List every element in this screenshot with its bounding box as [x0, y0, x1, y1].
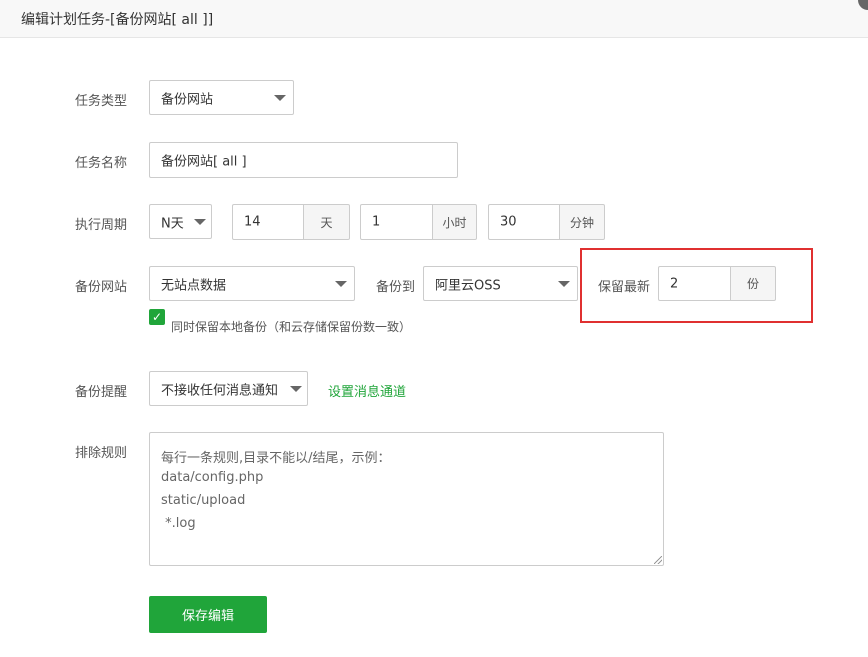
chevron-down-icon	[335, 280, 347, 287]
task-name-value: 备份网站[ all ]	[161, 154, 247, 170]
exclude-label: 排除规则	[75, 446, 128, 461]
days-input[interactable]: 14	[232, 204, 304, 240]
dialog-title: 编辑计划任务-[备份网站[ all ]]	[21, 12, 214, 28]
minutes-input[interactable]: 30	[488, 204, 560, 240]
notify-select-value: 不接收任何消息通知	[161, 383, 279, 398]
minutes-unit: 分钟	[559, 204, 605, 240]
days-unit: 天	[303, 204, 350, 240]
backup-site-label: 备份网站	[75, 280, 128, 295]
backup-to-value: 阿里云OSS	[435, 278, 501, 293]
keep-local-checkbox[interactable]: ✓	[149, 309, 165, 325]
task-name-label: 任务名称	[75, 156, 128, 171]
chevron-down-icon	[290, 385, 302, 392]
chevron-down-icon	[194, 218, 206, 225]
exclude-placeholder-line: *.log	[161, 516, 196, 531]
backup-to-label: 备份到	[376, 280, 416, 295]
task-type-value: 备份网站	[161, 92, 214, 107]
exclude-placeholder-line: data/config.php	[161, 470, 264, 485]
check-icon: ✓	[151, 310, 163, 324]
message-channel-link[interactable]: 设置消息通道	[328, 381, 406, 400]
keep-local-label: 同时保留本地备份（和云存储保留份数一致）	[171, 320, 412, 334]
exclude-placeholder-line: 每行一条规则,目录不能以/结尾，示例：	[161, 451, 391, 466]
notify-select[interactable]: 不接收任何消息通知	[149, 371, 308, 406]
dialog-header: 编辑计划任务-[备份网站[ all ]]	[0, 0, 868, 38]
cycle-unit-select[interactable]: N天	[149, 204, 212, 239]
task-name-input[interactable]: 备份网站[ all ]	[149, 142, 458, 178]
minutes-value: 30	[500, 214, 517, 230]
hours-input[interactable]: 1	[360, 204, 433, 240]
days-value: 14	[244, 214, 261, 230]
site-select[interactable]: 无站点数据	[149, 266, 355, 301]
cycle-label: 执行周期	[75, 218, 128, 233]
keep-latest-unit: 份	[730, 266, 776, 301]
site-select-value: 无站点数据	[161, 278, 227, 293]
cycle-unit-value: N天	[161, 216, 184, 231]
keep-latest-input[interactable]: 2	[658, 266, 731, 301]
save-button[interactable]: 保存编辑	[149, 596, 267, 633]
hours-value: 1	[372, 214, 381, 230]
keep-latest-value: 2	[670, 276, 679, 291]
task-type-label: 任务类型	[75, 94, 128, 109]
notify-label: 备份提醒	[75, 385, 128, 400]
task-type-select[interactable]: 备份网站	[149, 80, 294, 115]
chevron-down-icon	[558, 280, 570, 287]
hours-unit: 小时	[432, 204, 477, 240]
keep-latest-label: 保留最新	[598, 280, 651, 295]
exclude-textarea[interactable]: 每行一条规则,目录不能以/结尾，示例： data/config.php stat…	[149, 432, 664, 566]
exclude-placeholder-line: static/upload	[161, 493, 246, 508]
resize-handle-icon[interactable]	[654, 556, 662, 564]
close-icon[interactable]	[858, 0, 868, 10]
chevron-down-icon	[274, 94, 286, 101]
backup-to-select[interactable]: 阿里云OSS	[423, 266, 578, 301]
